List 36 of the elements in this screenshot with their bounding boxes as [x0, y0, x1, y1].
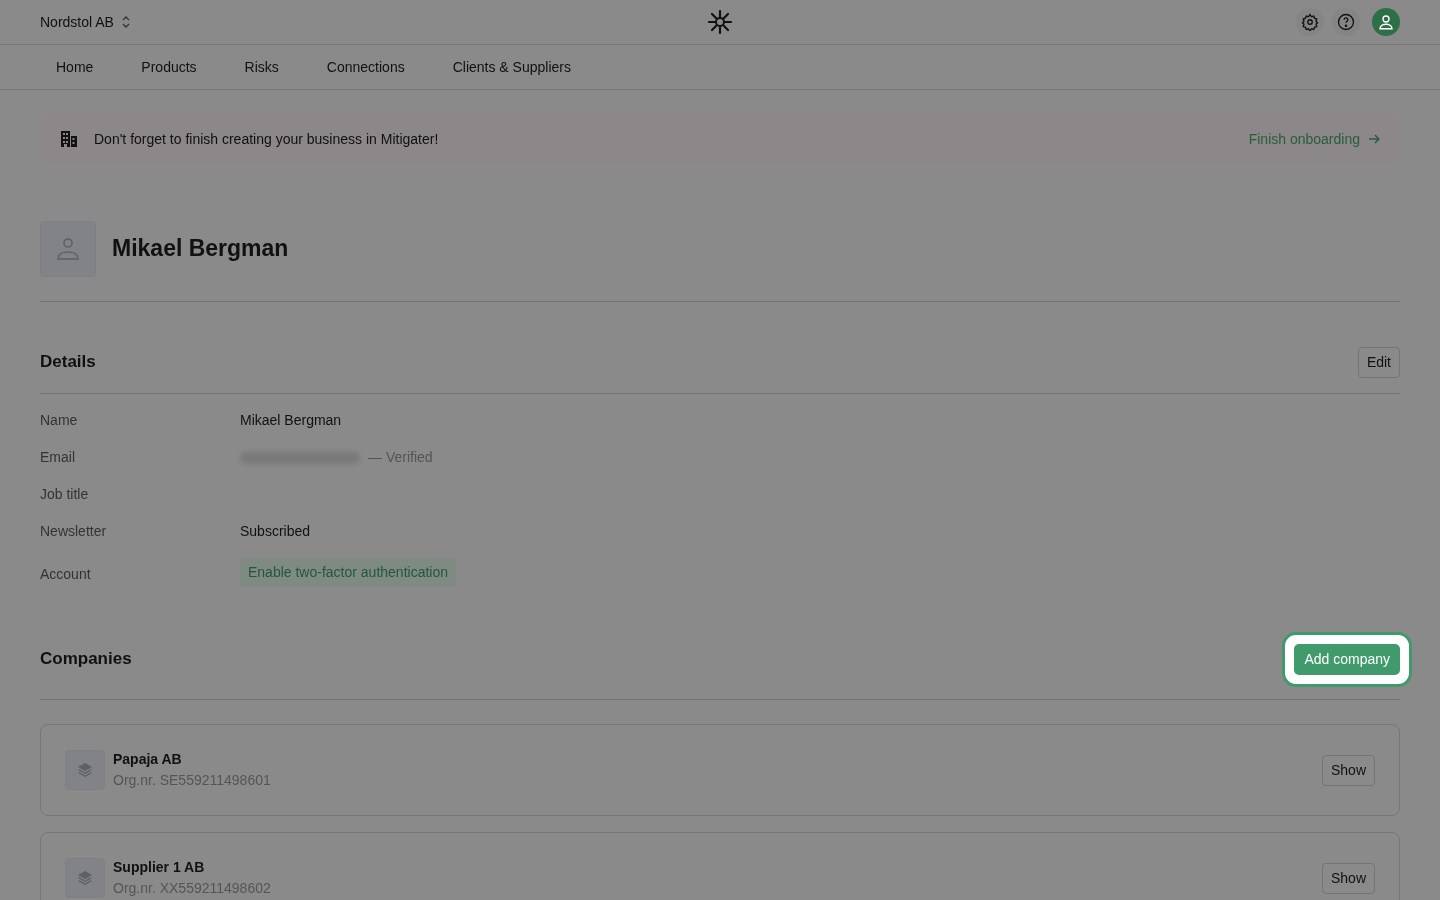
- field-label: Email: [40, 448, 76, 467]
- help-icon: [1337, 13, 1355, 31]
- nav-tab[interactable]: Products: [125, 45, 213, 89]
- company-name: Supplier 1 AB: [113, 858, 206, 877]
- company-name: Papaja AB: [113, 750, 183, 769]
- nav-tab[interactable]: Connections: [310, 45, 421, 89]
- person-icon: [56, 236, 80, 262]
- add-company-button[interactable]: Add company: [1294, 644, 1400, 675]
- building-icon: [60, 130, 78, 148]
- logo-icon: [707, 9, 733, 35]
- settings-icon: [1301, 13, 1319, 31]
- banner-message: Don't forget to finish creating your business in Mitigater!: [94, 129, 439, 149]
- section-title: Companies: [40, 649, 132, 670]
- show-button[interactable]: Show: [1321, 754, 1375, 786]
- field-label: Job title: [40, 485, 90, 504]
- edit-button[interactable]: Edit: [1357, 347, 1400, 378]
- layers-icon: [77, 762, 93, 778]
- field-label: Account: [40, 564, 92, 584]
- organization-switcher[interactable]: Nordstol AB: [40, 11, 130, 33]
- user-avatar-button[interactable]: [1372, 8, 1400, 36]
- field-value: Mikael Bergman: [240, 411, 342, 430]
- nav-tab[interactable]: Risks: [228, 45, 295, 89]
- nav-tab[interactable]: Clients & Suppliers: [436, 45, 587, 89]
- settings-button[interactable]: [1296, 8, 1324, 36]
- layers-icon: [77, 870, 93, 886]
- field-label: Newsletter: [40, 522, 108, 541]
- help-button[interactable]: [1332, 8, 1360, 36]
- field-value: Subscribed: [240, 522, 311, 541]
- nav-tab[interactable]: Home: [40, 45, 110, 89]
- field-label: Name: [40, 411, 79, 430]
- user-icon: [1377, 13, 1395, 31]
- chevron-updown-icon: [121, 16, 130, 28]
- profile-name: Mikael Bergman: [112, 235, 289, 263]
- arrow-right-icon: [1368, 133, 1380, 145]
- section-title: Details: [40, 352, 96, 373]
- show-button[interactable]: Show: [1321, 862, 1375, 894]
